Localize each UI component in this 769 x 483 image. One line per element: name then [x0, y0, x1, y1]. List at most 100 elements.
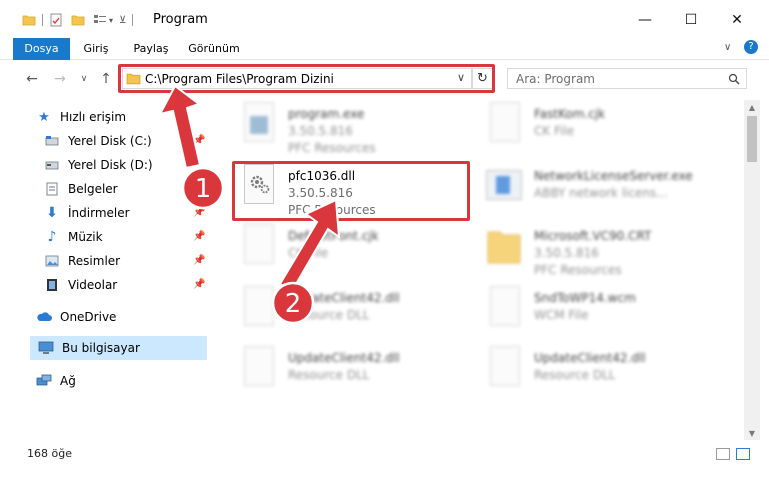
- music-icon: ♪: [47, 229, 57, 245]
- file-item[interactable]: UpdateClient42.dll Resource DLL: [238, 346, 478, 402]
- file-item[interactable]: UpdateClient42.dll Resource DLL: [484, 346, 724, 402]
- file-item[interactable]: DefaultFont.cjk CK File: [238, 224, 478, 280]
- details-view-icon[interactable]: [716, 448, 730, 460]
- pin-icon: 📌: [193, 255, 206, 266]
- file-company: PFC Resources: [288, 141, 376, 155]
- help-icon[interactable]: ?: [744, 40, 758, 54]
- folder-icon[interactable]: [22, 13, 36, 27]
- sidebar-item-label: OneDrive: [60, 310, 117, 324]
- dll-gear-icon: [238, 286, 278, 334]
- pin-icon: 📌: [193, 135, 206, 146]
- pin-icon: 📌: [193, 231, 206, 242]
- doc-icon: [484, 286, 524, 334]
- file-name: DefaultFont.cjk: [288, 229, 379, 243]
- tab-share[interactable]: Paylaş: [128, 38, 174, 60]
- minimize-button[interactable]: —: [630, 8, 660, 32]
- star-icon: ★: [38, 109, 50, 125]
- pin-icon: 📌: [193, 279, 206, 290]
- file-name: Microsoft.VC90.CRT: [534, 229, 652, 243]
- search-input[interactable]: Ara: Program: [516, 72, 595, 86]
- close-button[interactable]: ✕: [722, 8, 752, 32]
- file-item[interactable]: NetworkLicenseServer.exe ABBY network lic…: [484, 164, 724, 220]
- maximize-button[interactable]: ☐: [676, 8, 706, 32]
- file-type: CK File: [534, 124, 575, 138]
- sidebar-item-label: Yerel Disk (D:): [68, 158, 153, 172]
- tab-file[interactable]: Dosya: [13, 38, 70, 60]
- file-item[interactable]: SndToWP14.wcm WCM File: [484, 286, 724, 342]
- forward-button[interactable]: →: [50, 69, 70, 89]
- customize-toolbar-icon[interactable]: ⊻: [119, 15, 126, 26]
- sidebar-item-label: Videolar: [68, 278, 118, 292]
- quick-access-toolbar: ▾ ⊻: [22, 10, 139, 30]
- pin-icon: 📌: [193, 183, 206, 194]
- ribbon-expand-icon[interactable]: ∨: [724, 42, 731, 53]
- up-button[interactable]: ↑: [96, 69, 116, 89]
- doc-icon: [238, 224, 278, 272]
- file-type: Resource DLL: [534, 368, 616, 382]
- sidebar-item-label: Belgeler: [68, 182, 118, 196]
- drive-icon: [44, 157, 60, 173]
- file-item[interactable]: FastKom.cjk CK File: [484, 102, 724, 158]
- tiles-view-icon[interactable]: [736, 448, 750, 460]
- file-type: Resource DLL: [288, 308, 370, 322]
- network-icon: [36, 373, 52, 389]
- item-count: 168 öğe: [27, 447, 72, 460]
- sidebar-item-label: İndirmeler: [68, 206, 130, 220]
- exe-icon: [238, 102, 278, 150]
- properties-icon[interactable]: [49, 13, 63, 27]
- scroll-up-icon[interactable]: ▲: [744, 100, 760, 114]
- file-name: NetworkLicenseServer.exe: [534, 169, 693, 183]
- sidebar-item-network[interactable]: Ağ: [36, 369, 216, 393]
- sidebar-item-label: Resimler: [68, 254, 121, 268]
- file-highlight-box: [232, 161, 470, 221]
- file-type: CK File: [288, 246, 329, 260]
- ribbon-tabs: Dosya Giriş Paylaş Görünüm ∨ ?: [0, 38, 769, 60]
- file-type: Resource DLL: [288, 368, 370, 382]
- dll-gear-icon: [484, 346, 524, 394]
- search-box[interactable]: Ara: Program: [507, 68, 747, 89]
- sidebar-item-label: Bu bilgisayar: [62, 341, 140, 355]
- sidebar-item-label: Hızlı erişim: [60, 110, 127, 124]
- tab-home[interactable]: Giriş: [76, 38, 116, 60]
- window-title: Program: [153, 12, 208, 27]
- sidebar-item-onedrive[interactable]: OneDrive: [36, 305, 216, 329]
- status-bar: 168 öğe: [0, 442, 769, 466]
- file-item[interactable]: UpdateClient42.dll Resource DLL: [238, 286, 478, 342]
- doc-icon: [484, 102, 524, 150]
- file-name: UpdateClient42.dll: [288, 351, 400, 365]
- sidebar-item-quick-access[interactable]: ★ Hızlı erişim: [36, 105, 216, 129]
- sidebar-item-this-pc[interactable]: Bu bilgisayar: [30, 336, 207, 360]
- dll-gear-icon: [238, 346, 278, 394]
- scroll-thumb[interactable]: [747, 116, 757, 162]
- file-name: program.exe: [288, 107, 365, 121]
- download-icon: ⬇: [46, 205, 58, 221]
- tab-view[interactable]: Görünüm: [186, 38, 242, 60]
- file-version: 3.50.5.816: [534, 246, 599, 260]
- computer-icon: [38, 340, 54, 356]
- recent-locations-button[interactable]: ∨: [74, 69, 94, 89]
- new-folder-icon[interactable]: [71, 13, 85, 27]
- chevron-down-icon[interactable]: ▾: [109, 16, 113, 25]
- file-list: program.exe 3.50.5.816 PFC Resources FastK…: [222, 100, 744, 440]
- file-name: SndToWP14.wcm: [534, 291, 636, 305]
- file-company: PFC Resources: [534, 263, 622, 277]
- exe-icon: [484, 164, 524, 212]
- scroll-down-icon[interactable]: ▼: [744, 426, 760, 440]
- sidebar-item-local-disk-d[interactable]: Yerel Disk (D:): [44, 153, 224, 177]
- file-item[interactable]: Microsoft.VC90.CRT 3.50.5.816 PFC Resource…: [484, 224, 724, 280]
- address-highlight-box: [118, 64, 495, 93]
- pictures-icon: [44, 253, 60, 269]
- cloud-icon: [36, 309, 52, 325]
- back-button[interactable]: ←: [22, 69, 42, 89]
- sidebar-item-label: Müzik: [68, 230, 103, 244]
- drive-icon: [44, 133, 60, 149]
- file-type: WCM File: [534, 308, 589, 322]
- vertical-scrollbar[interactable]: ▲ ▼: [744, 100, 760, 440]
- divider: [42, 14, 43, 26]
- file-name: FastKom.cjk: [534, 107, 606, 121]
- file-item[interactable]: program.exe 3.50.5.816 PFC Resources: [238, 102, 478, 158]
- view-options-icon[interactable]: [93, 13, 107, 27]
- file-version: 3.50.5.816: [288, 124, 353, 138]
- search-icon[interactable]: [728, 73, 740, 85]
- sidebar-item-label: Ağ: [60, 374, 76, 388]
